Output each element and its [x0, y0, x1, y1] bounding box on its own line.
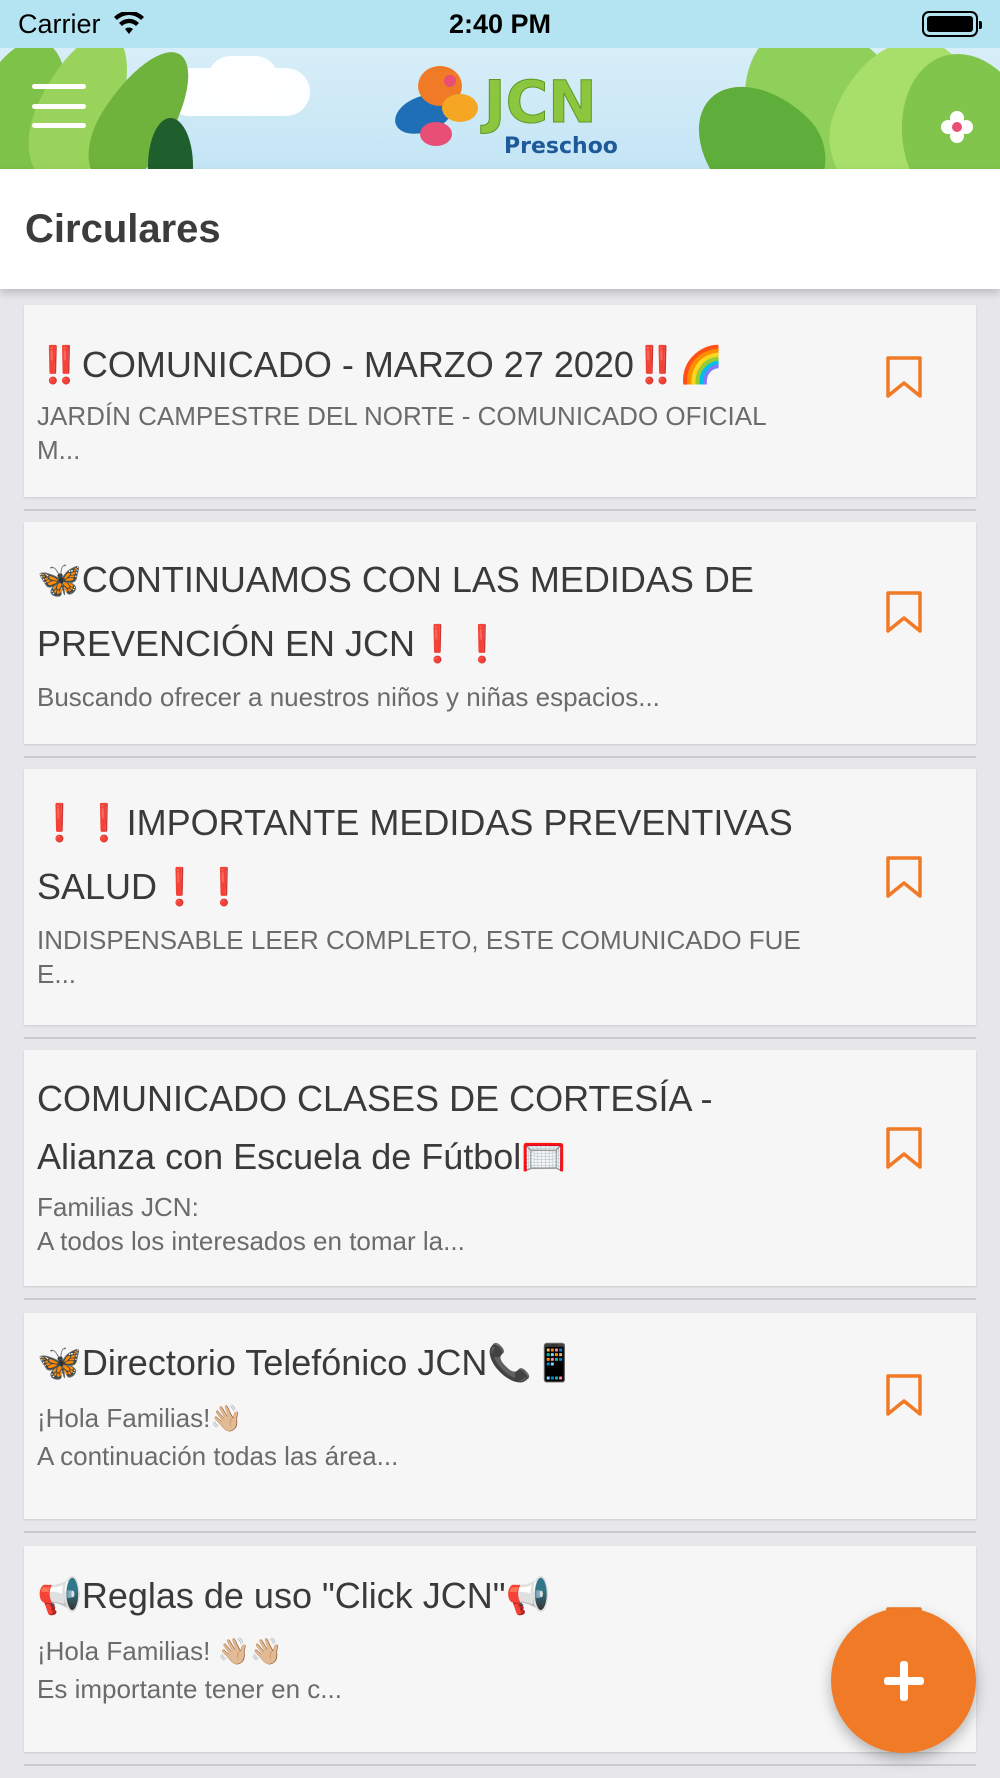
status-time: 2:40 PM [448, 8, 552, 39]
card-title: 🦋Directorio Telefónico JCN📞📱 [37, 1342, 577, 1383]
jcn-logo: JCN Preschool [395, 66, 618, 159]
card-body: Buscando ofrecer a nuestros niños y niña… [37, 682, 660, 712]
circular-card[interactable]: 🦋Directorio Telefónico JCN📞📱 ¡Hola Famil… [24, 1313, 976, 1519]
card-text: COMUNICADO CLASES DE CORTESÍA - Alianza … [37, 1070, 826, 1258]
divider [24, 1298, 976, 1300]
header-banner: JCN Preschool [0, 48, 1000, 169]
logo-subtext: Preschool [504, 134, 618, 159]
divider [24, 509, 976, 511]
circular-card[interactable]: ‼️COMUNICADO - MARZO 27 2020‼️🌈 JARDÍN C… [24, 305, 976, 497]
status-bar: Carrier 2:40 PM [0, 0, 1000, 48]
card-body: Familias JCN: A todos los interesados en… [37, 1192, 465, 1256]
card-text: 🦋CONTINUAMOS CON LAS MEDIDAS DE PREVENCI… [37, 548, 826, 714]
bookmark-icon[interactable] [884, 355, 924, 399]
hamburger-line [32, 103, 86, 109]
menu-button[interactable] [32, 84, 86, 128]
carrier-label: Carrier [18, 8, 101, 39]
page-title: Circulares [25, 206, 221, 251]
divider [24, 1764, 976, 1766]
card-title: 🦋CONTINUAMOS CON LAS MEDIDAS DE PREVENCI… [37, 559, 754, 664]
circular-card[interactable]: ❗️❗️IMPORTANTE MEDIDAS PREVENTIVAS SALUD… [24, 769, 976, 1025]
hamburger-line [32, 84, 86, 89]
logo-text: JCN [480, 68, 597, 136]
wifi-icon [113, 12, 144, 34]
card-text: ❗️❗️IMPORTANTE MEDIDAS PREVENTIVAS SALUD… [37, 791, 826, 991]
bookmark-icon[interactable] [884, 855, 924, 899]
add-circular-button[interactable] [831, 1608, 976, 1753]
card-body: INDISPENSABLE LEER COMPLETO, ESTE COMUNI… [37, 925, 801, 989]
card-title: COMUNICADO CLASES DE CORTESÍA - Alianza … [37, 1078, 713, 1177]
bookmark-icon[interactable] [884, 590, 924, 634]
bookmark-icon[interactable] [884, 1126, 924, 1170]
card-body: ¡Hola Familias!👋🏼 A continuación todas l… [37, 1403, 399, 1471]
card-text: ‼️COMUNICADO - MARZO 27 2020‼️🌈 JARDÍN C… [37, 333, 826, 467]
title-bar: Circulares [0, 169, 1000, 289]
card-title: ‼️COMUNICADO - MARZO 27 2020‼️🌈 [37, 344, 724, 385]
circular-card[interactable]: 📢Reglas de uso "Click JCN"📢 ¡Hola Famili… [24, 1546, 976, 1752]
card-body: JARDÍN CAMPESTRE DEL NORTE - COMUNICADO … [37, 401, 767, 465]
card-body: ¡Hola Familias! 👋🏼👋🏼 Es importante tener… [37, 1636, 342, 1704]
status-left: Carrier [18, 9, 145, 40]
circular-card[interactable]: 🦋CONTINUAMOS CON LAS MEDIDAS DE PREVENCI… [24, 522, 976, 744]
flower-decoration [941, 111, 973, 143]
bookmark-icon[interactable] [884, 1373, 924, 1417]
plus-icon [883, 1660, 924, 1701]
circular-card[interactable]: COMUNICADO CLASES DE CORTESÍA - Alianza … [24, 1050, 976, 1286]
card-title: ❗️❗️IMPORTANTE MEDIDAS PREVENTIVAS SALUD… [37, 802, 793, 907]
divider [24, 1531, 976, 1533]
divider [24, 756, 976, 758]
card-text: 🦋Directorio Telefónico JCN📞📱 ¡Hola Famil… [37, 1331, 826, 1475]
battery-icon [922, 11, 982, 37]
hamburger-line [32, 123, 86, 128]
card-text: 📢Reglas de uso "Click JCN"📢 ¡Hola Famili… [37, 1564, 826, 1708]
divider [24, 1037, 976, 1039]
card-title: 📢Reglas de uso "Click JCN"📢 [37, 1575, 551, 1616]
